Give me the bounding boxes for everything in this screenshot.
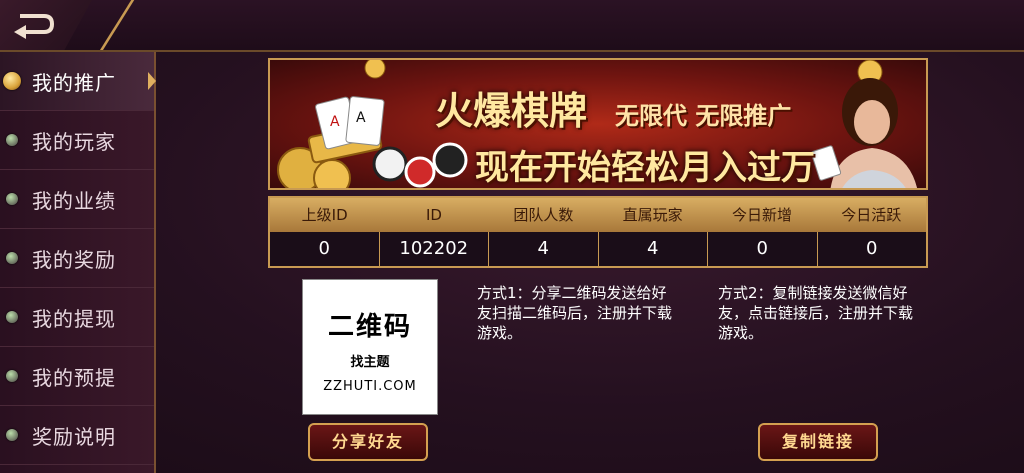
stats-value-cell: 0 — [866, 238, 878, 259]
radio-dot-icon — [3, 72, 21, 90]
stats-header-cell: 上级ID — [301, 206, 348, 224]
sidebar-item-label: 我的业绩 — [32, 188, 116, 213]
sidebar-item-label: 我的玩家 — [32, 129, 116, 154]
stats-header-cell: 直属玩家 — [622, 206, 683, 224]
stats-table: 上级ID ID 团队人数 直属玩家 今日新增 今日活跃 0 102202 4 4… — [268, 196, 928, 268]
sidebar-item-label: 我的预提 — [32, 365, 116, 390]
stats-header-cell: 今日活跃 — [841, 206, 902, 224]
copy-link-button[interactable]: 复制链接 — [758, 423, 878, 461]
stats-header-row: 上级ID ID 团队人数 直属玩家 今日新增 今日活跃 — [270, 198, 926, 232]
sidebar-item-my-players[interactable]: 我的玩家 — [0, 111, 154, 170]
sidebar-item-label: 奖励说明 — [32, 424, 116, 449]
sidebar-item-my-advance[interactable]: 我的预提 — [0, 347, 154, 406]
qr-title: 二维码 — [327, 312, 412, 342]
stats-header-cell: 今日新增 — [731, 206, 792, 224]
radio-dot-icon — [6, 429, 18, 441]
stats-value-row: 0 102202 4 4 0 0 — [270, 232, 926, 266]
stats-value-cell: 4 — [599, 232, 708, 266]
share-friend-button[interactable]: 分享好友 — [308, 423, 428, 461]
sidebar-item-label: 我的奖励 — [32, 247, 116, 272]
sidebar-item-my-withdrawal[interactable]: 我的提现 — [0, 288, 154, 347]
svg-text:A: A — [330, 114, 340, 130]
stats-header-cell: ID — [426, 206, 442, 224]
radio-dot-icon — [6, 311, 18, 323]
back-arrow-icon — [14, 14, 55, 39]
stats-header-cell: 团队人数 — [513, 206, 574, 224]
method2-text: 方式2：复制链接发送微信好友，点击链接后，注册并下载游戏。 — [718, 284, 914, 342]
radio-dot-icon — [6, 134, 18, 146]
sidebar-item-reward-rules[interactable]: 奖励说明 — [0, 406, 154, 465]
qr-url: ZZHUTI.COM — [323, 379, 417, 394]
svg-text:A: A — [356, 110, 366, 126]
banner-title-main: 火爆棋牌 — [435, 89, 588, 133]
sidebar-item-my-performance[interactable]: 我的业绩 — [0, 170, 154, 229]
radio-dot-icon — [6, 370, 18, 382]
sidebar-item-label: 我的推广 — [32, 70, 116, 95]
active-pointer-icon — [148, 72, 156, 90]
sidebar-item-my-rewards[interactable]: 我的奖励 — [0, 229, 154, 288]
promo-banner: A A 火爆棋牌 无限代 无限推广 现在开始轻松月入过万 — [268, 58, 928, 190]
banner-title-line2: 现在开始轻松月入过万 — [475, 148, 815, 188]
stats-value-cell: 4 — [489, 232, 599, 266]
top-bar — [0, 0, 1024, 52]
stats-value-cell: 0 — [270, 232, 380, 266]
stats-value-cell: 102202 — [380, 232, 489, 266]
method1-text: 方式1：分享二维码发送给好友扫描二维码后，注册并下载游戏。 — [477, 284, 673, 342]
banner-title-sub: 无限代 无限推广 — [615, 102, 792, 130]
sidebar: 我的推广 我的玩家 我的业绩 我的奖励 我的提现 我的预提 奖励说明 — [0, 52, 156, 473]
sidebar-item-label: 我的提现 — [32, 306, 116, 331]
qr-brand: 找主题 — [350, 355, 390, 370]
stats-value-cell: 0 — [708, 232, 818, 266]
sidebar-item-my-promotion[interactable]: 我的推广 — [0, 52, 156, 111]
radio-dot-icon — [6, 193, 18, 205]
radio-dot-icon — [6, 252, 18, 264]
qr-code: 二维码 找主题 ZZHUTI.COM — [302, 279, 438, 415]
